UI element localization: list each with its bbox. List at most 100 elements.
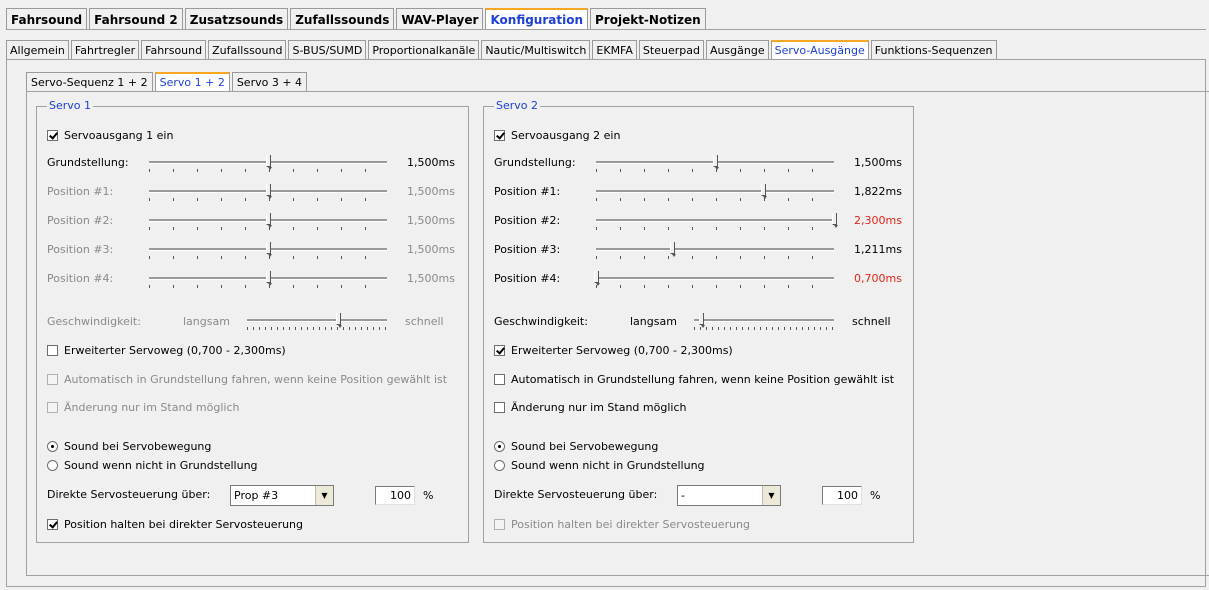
- servo1-dropdown-arrow-icon[interactable]: ▼: [315, 486, 333, 505]
- servo1-standstill-checkbox-label: Änderung nur im Stand möglich: [64, 401, 240, 414]
- servo2-radio-sound-move[interactable]: Sound bei Servobewegung: [494, 440, 658, 453]
- servo2-percent-input[interactable]: 100: [822, 486, 862, 505]
- subtab-fahrsound[interactable]: Fahrsound: [141, 40, 207, 59]
- servotab-servo-1-2[interactable]: Servo 1 + 2: [154, 72, 230, 91]
- servo1-hold-checkbox[interactable]: Position halten bei direkter Servosteuer…: [47, 518, 303, 531]
- servo2-speed-slider-ticks: [694, 327, 834, 330]
- servo2-extended-checkbox[interactable]: Erweiterter Servoweg (0,700 - 2,300ms): [494, 344, 733, 357]
- servo2-slider-1-thumb[interactable]: [760, 184, 767, 199]
- servo2-slider-1-ticks: [596, 198, 834, 201]
- servo2-radio-sound-move-label: Sound bei Servobewegung: [511, 440, 659, 453]
- subtab-funktions-sequenzen[interactable]: Funktions-Sequenzen: [870, 40, 997, 59]
- subtab-servo-ausgänge[interactable]: Servo-Ausgänge: [770, 40, 869, 59]
- servo2-auto-checkbox-box[interactable]: [494, 374, 505, 385]
- servo-tab-bar: Servo-Sequenz 1 + 2 Servo 1 + 2 Servo 3 + …: [26, 72, 309, 91]
- tab-fahrsound-2[interactable]: Fahrsound 2: [89, 8, 183, 30]
- servo2-direct-value: -: [681, 489, 685, 502]
- servo2-enable-checkbox[interactable]: Servoausgang 2 ein: [494, 129, 620, 142]
- servo1-slider-2-thumb: [266, 213, 272, 228]
- tab-wav-player[interactable]: WAV-Player: [396, 8, 484, 30]
- servo1-speed-fast: schnell: [405, 315, 444, 328]
- servo2-slider-0-thumb[interactable]: [713, 155, 719, 170]
- servo1-enable-checkbox-box[interactable]: [47, 130, 58, 141]
- servo2-slider-2-ticks: [596, 227, 834, 230]
- servo2-radio-sound-move-dot[interactable]: [494, 441, 505, 452]
- servo1-radio-sound-not-home-dot[interactable]: [47, 460, 58, 471]
- servo1-slider-4-thumb: [266, 271, 272, 286]
- servo1-radio-sound-not-home[interactable]: Sound wenn nicht in Grundstellung: [47, 459, 258, 472]
- tab-fahrsound[interactable]: Fahrsound: [6, 8, 88, 30]
- servo2-speed-slider-thumb[interactable]: [699, 313, 705, 328]
- subtab-nautic-multiswitch[interactable]: Nautic/Multiswitch: [481, 40, 591, 59]
- servo2-dropdown-arrow-icon[interactable]: ▼: [762, 486, 780, 505]
- servo2-slider-2[interactable]: [596, 212, 838, 230]
- servo2-auto-checkbox[interactable]: Automatisch in Grundstellung fahren, wen…: [494, 373, 894, 386]
- subtab-s-bus-sumd[interactable]: S-BUS/SUMD: [288, 40, 367, 59]
- subtab-ekmfa[interactable]: EKMFA: [592, 40, 637, 59]
- subtab-allgemein[interactable]: Allgemein: [6, 40, 69, 59]
- servo1-slider-0-ticks: [149, 169, 387, 172]
- servo1-slider-value: 1,500ms: [407, 214, 455, 227]
- servo2-standstill-checkbox[interactable]: Änderung nur im Stand möglich: [494, 401, 686, 414]
- servo2-standstill-checkbox-box[interactable]: [494, 402, 505, 413]
- servo1-standstill-checkbox-box: [47, 402, 58, 413]
- tab-zufallssounds[interactable]: Zufallssounds: [290, 8, 395, 30]
- subtab-fahrtregler[interactable]: Fahrtregler: [70, 40, 140, 59]
- servo2-slider-3-thumb[interactable]: [670, 242, 677, 257]
- sub-tab-divider: [6, 59, 1206, 60]
- servo1-radio-sound-move-label: Sound bei Servobewegung: [64, 440, 212, 453]
- servo2-speed-slider[interactable]: [694, 312, 834, 330]
- servotab-servo-3-4[interactable]: Servo 3 + 4: [231, 72, 308, 91]
- servo2-radio-sound-not-home-dot[interactable]: [494, 460, 505, 471]
- servo2-slider-2-track: [596, 219, 834, 222]
- tab-projekt-notizen[interactable]: Projekt-Notizen: [590, 8, 706, 30]
- servo2-slider-2-thumb[interactable]: [832, 213, 838, 228]
- servo1-direct-value: Prop #3: [234, 489, 279, 502]
- servo2-slider-4-thumb[interactable]: [594, 271, 600, 286]
- subtab-zufallssound[interactable]: Zufallssound: [208, 40, 287, 59]
- servo2-speed-slow: langsam: [630, 315, 677, 328]
- servo2-extended-checkbox-label: Erweiterter Servoweg (0,700 - 2,300ms): [511, 344, 733, 357]
- servo2-slider-1-track: [596, 190, 834, 193]
- servo1-slider-3: [149, 241, 387, 259]
- servo2-slider-3[interactable]: [596, 241, 834, 259]
- servo1-radio-sound-move[interactable]: Sound bei Servobewegung: [47, 440, 211, 453]
- servotab-servo-sequenz-1-2[interactable]: Servo-Sequenz 1 + 2: [26, 72, 153, 91]
- tab-zusatzsounds[interactable]: Zusatzsounds: [184, 8, 289, 30]
- servo2-direct-select[interactable]: - ▼: [677, 485, 781, 506]
- servo1-slider-label: Position #1:: [47, 185, 114, 198]
- servo1-slider-value: 1,500ms: [407, 272, 455, 285]
- servo2-slider-1[interactable]: [596, 183, 834, 201]
- servo2-enable-checkbox-box[interactable]: [494, 130, 505, 141]
- servo1-auto-checkbox-box: [47, 374, 58, 385]
- servo2-slider-4-track: [596, 277, 834, 280]
- servo1-slider-0-thumb[interactable]: [266, 155, 272, 170]
- servo1-direct-select[interactable]: Prop #3 ▼: [230, 485, 334, 506]
- servo1-standstill-checkbox: Änderung nur im Stand möglich: [47, 401, 239, 414]
- servo1-slider-label: Position #3:: [47, 243, 114, 256]
- servo1-group: Servo 1 Servoausgang 1 ein Grundstellung: 1…: [36, 99, 469, 543]
- subtab-proportionalkanäle[interactable]: Proportionalkanäle: [368, 40, 480, 59]
- servo1-radio-sound-move-dot[interactable]: [47, 441, 58, 452]
- subtab-steuerpad[interactable]: Steuerpad: [638, 40, 704, 59]
- servo1-percent-input[interactable]: 100: [375, 486, 415, 505]
- servo1-enable-checkbox[interactable]: Servoausgang 1 ein: [47, 129, 173, 142]
- servo2-slider-4[interactable]: [594, 270, 834, 288]
- servo1-hold-checkbox-box[interactable]: [47, 519, 58, 530]
- servo2-slider-label: Position #4:: [494, 272, 561, 285]
- tab-konfiguration[interactable]: Konfiguration: [485, 8, 588, 30]
- servo1-extended-checkbox-box[interactable]: [47, 345, 58, 356]
- servo1-slider-value: 1,500ms: [407, 156, 455, 169]
- servo2-radio-sound-not-home[interactable]: Sound wenn nicht in Grundstellung: [494, 459, 705, 472]
- servo1-slider-0[interactable]: [149, 154, 387, 172]
- servo1-slider-4-ticks: [149, 285, 387, 288]
- subtab-ausgänge[interactable]: Ausgänge: [705, 40, 769, 59]
- servo1-slider-1-thumb: [266, 184, 272, 199]
- servo1-extended-checkbox[interactable]: Erweiterter Servoweg (0,700 - 2,300ms): [47, 344, 286, 357]
- servo1-extended-checkbox-label: Erweiterter Servoweg (0,700 - 2,300ms): [64, 344, 286, 357]
- top-tab-bar: Fahrsound Fahrsound 2 Zusatzsounds Zufallss…: [6, 8, 708, 30]
- servo2-extended-checkbox-box[interactable]: [494, 345, 505, 356]
- servo2-slider-0[interactable]: [596, 154, 834, 172]
- servo1-slider-label: Position #4:: [47, 272, 114, 285]
- servo1-slider-2-ticks: [149, 227, 387, 230]
